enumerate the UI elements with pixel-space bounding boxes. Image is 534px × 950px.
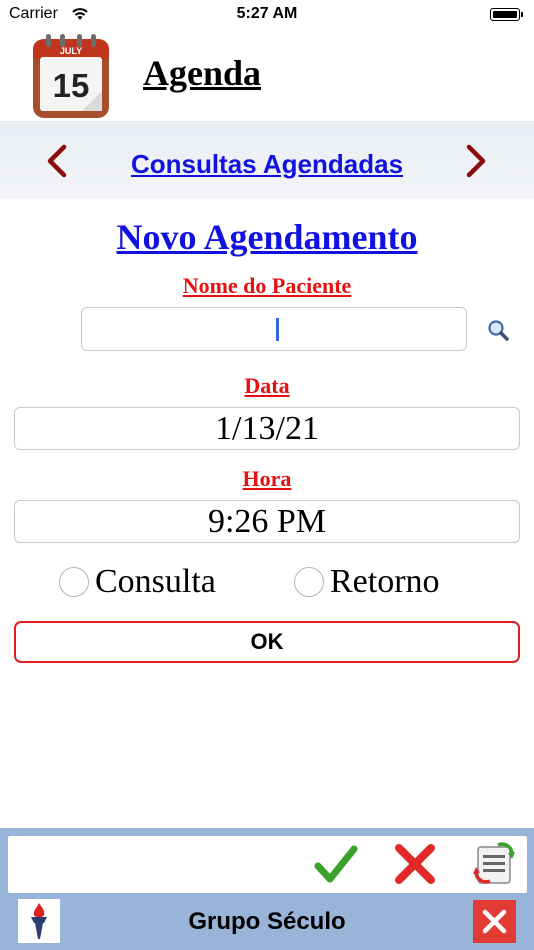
radio-consulta[interactable]: Consulta: [59, 562, 216, 602]
close-icon[interactable]: [473, 900, 516, 943]
radio-circle-consulta[interactable]: [59, 567, 89, 597]
patient-name-input[interactable]: [81, 307, 467, 351]
date-label: Data: [244, 373, 290, 398]
app-title: Agenda: [143, 53, 262, 93]
battery-icon: [490, 8, 523, 21]
calendar-icon-day: 15: [53, 67, 90, 104]
date-value: 1/13/21: [215, 409, 319, 447]
text-cursor: [276, 318, 279, 341]
date-field[interactable]: 1/13/21: [14, 407, 520, 450]
form-title: Novo Agendamento: [116, 217, 418, 257]
toolbar-panel: [8, 836, 527, 893]
footer-title: Grupo Século: [188, 908, 346, 935]
radio-circle-retorno[interactable]: [294, 567, 324, 597]
patient-name-value: [82, 308, 466, 350]
checkmark-icon[interactable]: [314, 842, 358, 886]
time-label: Hora: [242, 466, 292, 491]
time-field[interactable]: 9:26 PM: [14, 500, 520, 543]
calendar-icon-month: JULY: [60, 46, 82, 56]
ok-button[interactable]: OK: [14, 621, 520, 663]
search-icon[interactable]: [486, 318, 510, 342]
radio-label-consulta: Consulta: [95, 563, 216, 600]
navigation-bar: Consultas Agendadas: [0, 121, 534, 199]
radio-label-retorno: Retorno: [330, 563, 440, 600]
status-bar: Carrier 5:27 AM: [0, 0, 534, 30]
radio-retorno[interactable]: Retorno: [294, 562, 440, 602]
chevron-right-icon[interactable]: [455, 141, 495, 181]
scheduled-appointments-link[interactable]: Consultas Agendadas: [0, 149, 534, 180]
refresh-list-icon[interactable]: [472, 839, 516, 887]
patient-name-label: Nome do Paciente: [182, 273, 352, 298]
calendar-icon: JULY 15: [33, 34, 109, 118]
clock-time: 5:27 AM: [236, 5, 298, 22]
x-icon[interactable]: [393, 842, 437, 886]
time-value: 9:26 PM: [207, 502, 327, 540]
